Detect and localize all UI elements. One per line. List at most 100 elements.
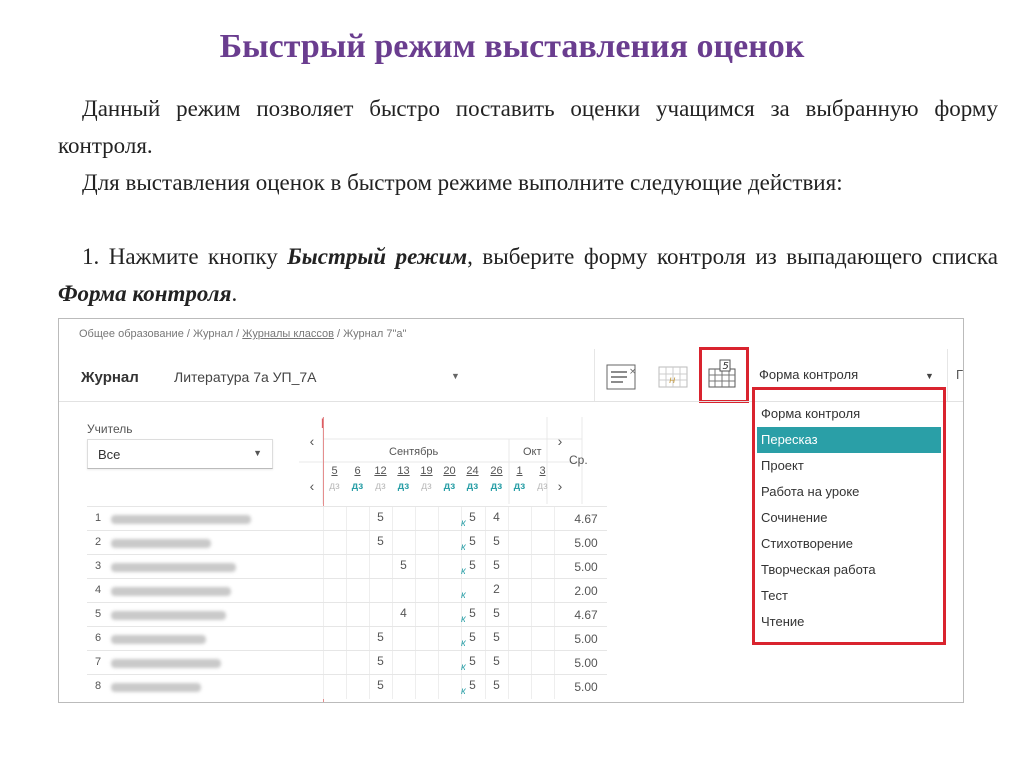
grade-cell[interactable]: 5 — [369, 510, 392, 524]
chevron-right-icon[interactable]: › — [549, 426, 571, 456]
date-day[interactable]: 12 — [369, 465, 392, 477]
average-header: Ср. — [569, 453, 588, 467]
svg-text:н: н — [669, 375, 676, 386]
table-row[interactable]: 7 5 5 5 к 5.00 — [87, 650, 607, 675]
student-name-blurred — [111, 539, 211, 548]
table-row[interactable]: 6 5 5 5 к 5.00 — [87, 626, 607, 651]
cell-divider — [508, 555, 509, 579]
cell-divider — [508, 627, 509, 651]
grade-cell[interactable]: 5 — [485, 630, 508, 644]
cell-divider — [438, 603, 439, 627]
cell-divider — [531, 507, 532, 531]
grade-cell[interactable]: 5 — [369, 654, 392, 668]
cell-divider — [415, 555, 416, 579]
cell-divider — [554, 579, 555, 603]
cell-divider — [415, 651, 416, 675]
date-day[interactable]: 3 — [531, 465, 554, 477]
toolbar-extra-item[interactable]: Г — [956, 367, 963, 382]
table-row[interactable]: 4 2 к 2.00 — [87, 578, 607, 603]
date-lesson-type: дз — [443, 481, 456, 492]
table-row[interactable]: 8 5 5 5 к 5.00 — [87, 674, 607, 699]
dropdown-option[interactable]: Тест — [757, 583, 941, 609]
dropdown-option[interactable]: Чтение — [757, 609, 941, 635]
grade-cell[interactable]: 5 — [392, 558, 415, 572]
date-lesson-type: дз — [537, 481, 548, 492]
grade-cell[interactable]: 4 — [392, 606, 415, 620]
date-day[interactable]: 26 — [485, 465, 508, 477]
grade-cell[interactable]: 5 — [485, 678, 508, 692]
date-day[interactable]: 13 — [392, 465, 415, 477]
cell-divider — [323, 579, 324, 603]
chevron-down-icon[interactable]: ▼ — [925, 371, 934, 381]
date-lesson-type: дз — [375, 481, 386, 492]
table-row[interactable]: 2 5 5 5 к 5.00 — [87, 530, 607, 555]
dropdown-option[interactable]: Сочинение — [757, 505, 941, 531]
month-label-september: Сентябрь — [389, 446, 439, 458]
table-row[interactable]: 1 5 5 4 к 4.67 — [87, 506, 607, 531]
subject-select[interactable]: Литература 7а УП_7А — [174, 369, 317, 385]
journal-screenshot: Общее образование / Журнал / Журналы кла… — [58, 318, 964, 703]
control-mark: к — [461, 566, 466, 577]
grade-cell[interactable]: 5 — [485, 654, 508, 668]
date-lesson-type: дз — [329, 481, 340, 492]
comment-list-icon[interactable]: × — [603, 359, 639, 395]
cell-divider — [323, 627, 324, 651]
cell-divider — [554, 603, 555, 627]
dropdown-option[interactable]: Проект — [757, 453, 941, 479]
cell-divider — [531, 651, 532, 675]
cell-divider — [323, 651, 324, 675]
dropdown-option[interactable]: Творческая работа — [757, 557, 941, 583]
grade-cell[interactable]: 2 — [485, 582, 508, 596]
grade-cell[interactable]: 5 — [369, 678, 392, 692]
grid-edit-icon[interactable]: н — [655, 359, 691, 395]
chevron-left-icon[interactable]: ‹ — [301, 426, 323, 456]
grade-cell[interactable]: 4 — [485, 510, 508, 524]
cell-divider — [438, 579, 439, 603]
cell-divider — [508, 507, 509, 531]
cell-divider — [508, 603, 509, 627]
date-day[interactable]: 1 — [508, 465, 531, 477]
chevron-left-icon[interactable]: ‹ — [301, 471, 323, 501]
date-day[interactable]: 6 — [346, 465, 369, 477]
table-row[interactable]: 5 4 5 5 к 4.67 — [87, 602, 607, 627]
form-control-select[interactable]: Форма контроля — [759, 367, 939, 382]
teacher-value: Все — [98, 447, 121, 462]
chevron-down-icon[interactable]: ▼ — [451, 371, 460, 381]
average-cell: 4.67 — [574, 608, 598, 622]
cell-divider — [531, 675, 532, 699]
current-date-marker: | — [321, 418, 324, 429]
cell-divider — [508, 579, 509, 603]
cell-divider — [531, 579, 532, 603]
student-name-blurred — [111, 515, 251, 524]
dropdown-option[interactable]: Форма контроля — [757, 401, 941, 427]
grade-cell[interactable]: 5 — [369, 534, 392, 548]
cell-divider — [438, 555, 439, 579]
grade-cell[interactable]: 5 — [369, 630, 392, 644]
toolbar-divider — [594, 349, 595, 401]
average-cell: 5.00 — [574, 536, 598, 550]
cell-divider — [531, 531, 532, 555]
date-day[interactable]: 20 — [438, 465, 461, 477]
date-day[interactable]: 5 — [323, 465, 346, 477]
grade-cell[interactable]: 5 — [485, 534, 508, 548]
date-day[interactable]: 24 — [461, 465, 484, 477]
cell-divider — [531, 627, 532, 651]
breadcrumb-link[interactable]: Журналы классов — [242, 328, 334, 340]
grade-cell[interactable]: 5 — [485, 558, 508, 572]
dropdown-option[interactable]: Работа на уроке — [757, 479, 941, 505]
control-mark: к — [461, 542, 466, 553]
date-day[interactable]: 19 — [415, 465, 438, 477]
cell-divider — [346, 531, 347, 555]
table-row[interactable]: 3 5 5 5 к 5.00 — [87, 554, 607, 579]
cell-divider — [554, 531, 555, 555]
teacher-select[interactable]: Все ▼ — [87, 439, 273, 469]
date-lesson-type: дз — [466, 481, 479, 492]
date-lesson-type: дз — [421, 481, 432, 492]
quick-mode-highlight — [699, 347, 749, 403]
control-mark: к — [461, 662, 466, 673]
dropdown-option[interactable]: Пересказ — [757, 427, 941, 453]
cell-divider — [415, 627, 416, 651]
dropdown-option[interactable]: Стихотворение — [757, 531, 941, 557]
grade-cell[interactable]: 5 — [485, 606, 508, 620]
cell-divider — [554, 675, 555, 699]
